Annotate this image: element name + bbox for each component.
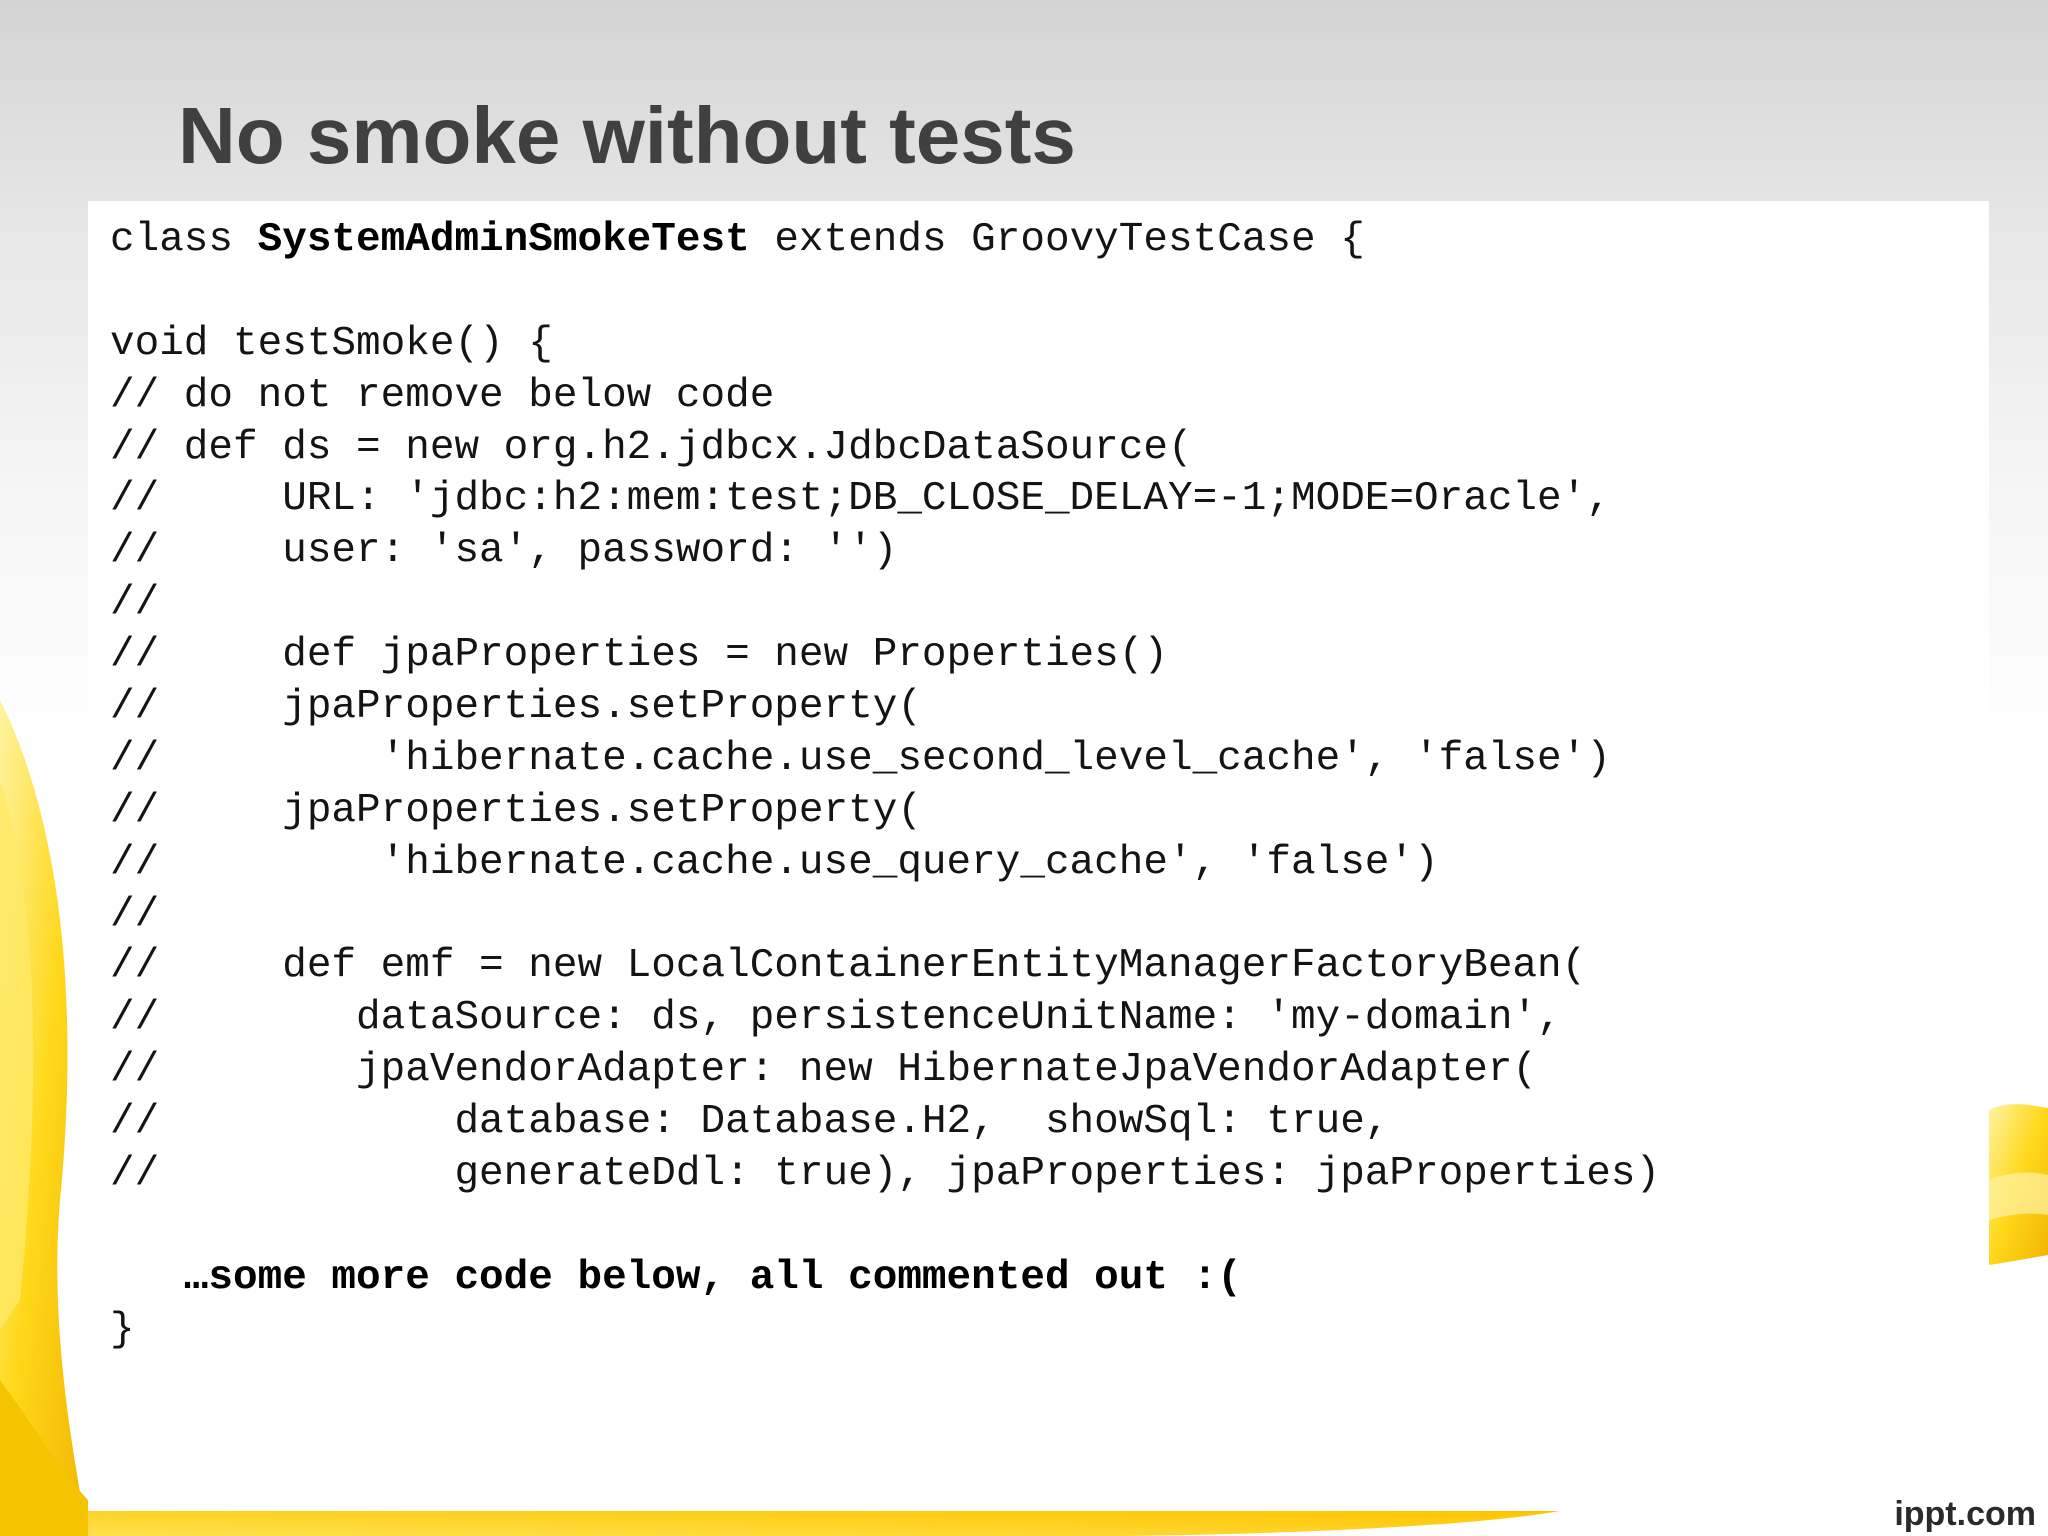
code-line: // def ds = new org.h2.jdbcx.JdbcDataSou… xyxy=(110,424,1193,471)
code-line: // database: Database.H2, showSql: true, xyxy=(110,1099,1390,1146)
code-line: // xyxy=(110,891,160,938)
code-line: // user: 'sa', password: '') xyxy=(110,528,898,575)
class-keyword: class xyxy=(110,217,258,263)
code-line: // def jpaProperties = new Properties() xyxy=(110,632,1168,679)
code-line: // jpaVendorAdapter: new HibernateJpaVen… xyxy=(110,1047,1538,1094)
closing-brace: } xyxy=(110,1306,135,1353)
code-line: // URL: 'jdbc:h2:mem:test;DB_CLOSE_DELAY… xyxy=(110,476,1611,523)
code-note: …some more code below, all commented out… xyxy=(110,1254,1242,1301)
code-line: void testSmoke() { xyxy=(110,320,553,367)
slide-title: No smoke without tests xyxy=(178,91,1076,180)
code-line: // 'hibernate.cache.use_query_cache', 'f… xyxy=(110,839,1439,886)
class-extends: extends GroovyTestCase { xyxy=(749,217,1365,263)
code-panel: class SystemAdminSmokeTest extends Groov… xyxy=(88,201,1989,1511)
code-line-class-declaration: class SystemAdminSmokeTest extends Groov… xyxy=(110,215,1660,267)
code-line: // do not remove below code xyxy=(110,372,775,419)
code-line: // jpaProperties.setProperty( xyxy=(110,684,922,731)
code-line: // def emf = new LocalContainerEntityMan… xyxy=(110,943,1587,990)
code-line: // xyxy=(110,580,160,627)
code-line: // 'hibernate.cache.use_second_level_cac… xyxy=(110,735,1611,782)
class-name: SystemAdminSmokeTest xyxy=(257,217,750,263)
code-line: // generateDdl: true), jpaProperties: jp… xyxy=(110,1151,1661,1198)
code-block: class SystemAdminSmokeTest extends Groov… xyxy=(110,215,1660,1357)
code-line: // jpaProperties.setProperty( xyxy=(110,787,922,834)
code-line: // dataSource: ds, persistenceUnitName: … xyxy=(110,995,1562,1042)
watermark-logo: ippt.com xyxy=(1894,1495,2036,1533)
